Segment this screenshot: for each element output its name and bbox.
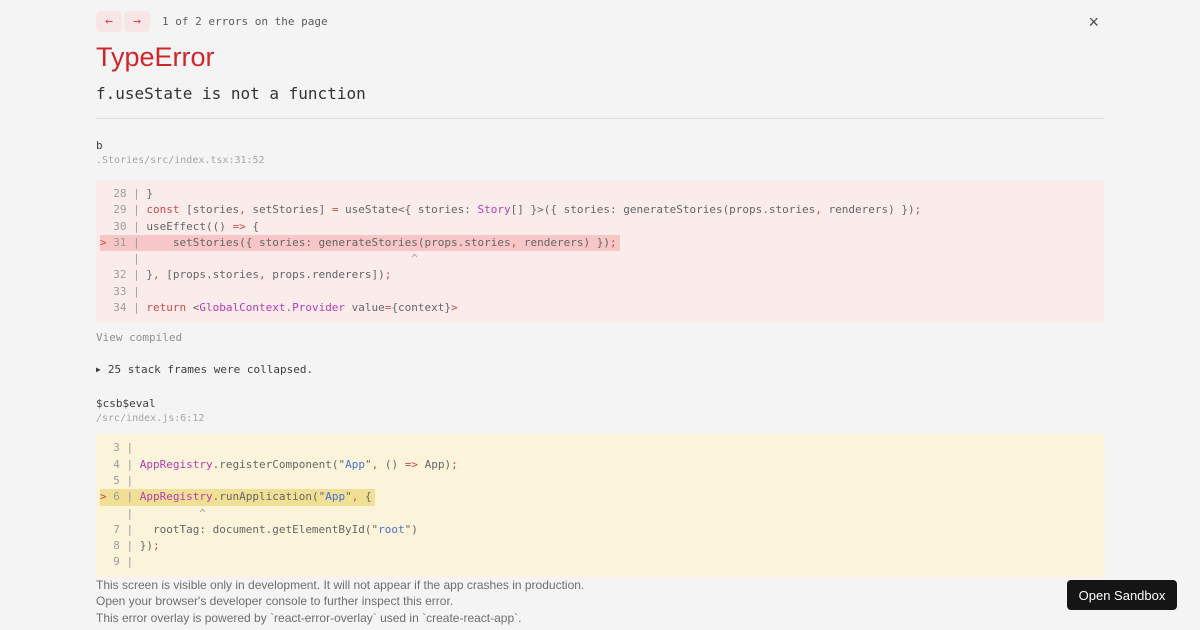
error-type-heading: TypeError bbox=[96, 42, 215, 72]
stack-frame-location: /src/index.js:6:12 bbox=[96, 413, 205, 425]
code-line-highlighted: > 6 | AppRegistry.runApplication("App", … bbox=[100, 489, 375, 506]
code-line: 34 | return <GlobalContext.Provider valu… bbox=[100, 301, 458, 315]
next-error-button[interactable]: → bbox=[124, 10, 150, 32]
divider bbox=[96, 118, 1104, 119]
code-line: 29 | const [stories, setStories] = useSt… bbox=[100, 203, 922, 217]
code-line-highlighted: > 31 | setStories({ stories: generateSto… bbox=[100, 234, 620, 252]
stack-frame-location: .Stories/src/index.tsx:31:52 bbox=[96, 155, 265, 166]
arrow-right-icon: → bbox=[133, 13, 141, 29]
view-compiled-link[interactable]: View compiled bbox=[96, 331, 182, 344]
previous-error-button[interactable]: ← bbox=[96, 10, 122, 32]
code-line: 4 | AppRegistry.registerComponent("App",… bbox=[100, 457, 458, 471]
expand-triangle-icon: ▶ bbox=[96, 365, 101, 375]
code-line: 28 | } bbox=[100, 187, 153, 200]
code-line: 9 | bbox=[100, 555, 134, 569]
stack-frame-function-name: b bbox=[96, 139, 103, 152]
footer-note-console: Open your browser's developer console to… bbox=[96, 594, 454, 609]
code-line: 7 | rootTag: document.getElementById("ro… bbox=[100, 522, 418, 536]
footer-note-powered-by: This error overlay is powered by `react-… bbox=[96, 610, 522, 625]
collapsed-stack-frames-toggle[interactable]: ▶ 25 stack frames were collapsed. bbox=[96, 363, 1104, 376]
error-counter: 1 of 2 errors on the page bbox=[162, 14, 328, 28]
stack-frame-function-name: $csb$eval bbox=[96, 397, 156, 411]
code-line: | ^ bbox=[100, 506, 206, 520]
footer-note-development: This screen is visible only in developme… bbox=[96, 577, 585, 592]
close-icon[interactable]: × bbox=[1088, 13, 1099, 31]
source-snippet-error-frame: 28 | } 29 | const [stories, setStories] … bbox=[96, 180, 1104, 323]
error-overlay: ← → 1 of 2 errors on the page TypeError … bbox=[0, 0, 1200, 630]
error-message: f.useState is not a function bbox=[96, 84, 366, 103]
source-snippet-eval-frame: 3 | 4 | AppRegistry.registerComponent("A… bbox=[96, 434, 1104, 577]
code-line: 33 | bbox=[100, 284, 140, 298]
code-line: | ^ bbox=[100, 252, 418, 266]
code-line: 32 | }, [props.stories, props.renderers]… bbox=[100, 268, 392, 282]
overlay-content: ← → 1 of 2 errors on the page TypeError … bbox=[96, 0, 1104, 625]
error-navigation-bar: ← → 1 of 2 errors on the page bbox=[96, 10, 1104, 32]
collapsed-stack-frames-label: 25 stack frames were collapsed. bbox=[107, 363, 314, 377]
code-line: 5 | bbox=[100, 473, 134, 487]
code-line: 3 | bbox=[100, 441, 134, 455]
open-sandbox-button[interactable]: Open Sandbox bbox=[1067, 580, 1177, 610]
footer-notes: This screen is visible only in developme… bbox=[96, 577, 1104, 626]
code-line: 30 | useEffect(() => { bbox=[100, 219, 259, 233]
code-line: 8 | }); bbox=[100, 539, 160, 553]
arrow-left-icon: ← bbox=[105, 13, 113, 29]
